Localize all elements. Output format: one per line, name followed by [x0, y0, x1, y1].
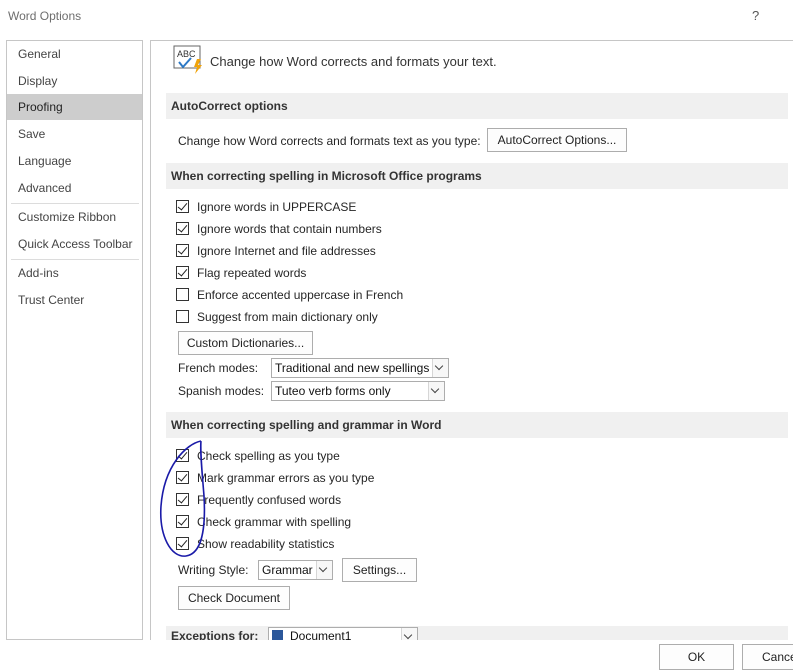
settings-button[interactable]: Settings... — [342, 558, 417, 582]
sidebar-item-general[interactable]: General — [7, 41, 142, 67]
word-document-icon — [272, 630, 283, 640]
section-header-autocorrect: AutoCorrect options — [166, 93, 788, 119]
option-label: Check grammar with spelling — [197, 515, 352, 529]
custom-dictionaries-button[interactable]: Custom Dictionaries... — [178, 331, 313, 355]
autocorrect-options-button[interactable]: AutoCorrect Options... — [487, 128, 627, 152]
option-label: Frequently confused words — [197, 493, 342, 507]
proofing-abc-icon: ABC — [173, 45, 205, 75]
option-label: Suggest from main dictionary only — [197, 310, 378, 324]
exceptions-document-select[interactable]: Document1 — [268, 627, 418, 640]
sidebar: General Display Proofing Save Language A… — [6, 40, 143, 640]
chevron-down-icon[interactable] — [401, 628, 417, 640]
french-modes-value: Traditional and new spellings — [275, 361, 430, 375]
sidebar-item-advanced[interactable]: Advanced — [7, 175, 142, 201]
french-modes-label: French modes: — [178, 361, 259, 375]
checkbox[interactable] — [176, 310, 189, 323]
svg-text:ABC: ABC — [177, 49, 196, 59]
option-label: Flag repeated words — [197, 266, 307, 280]
option-label: Ignore words that contain numbers — [197, 222, 382, 236]
checkbox[interactable] — [176, 244, 189, 257]
sidebar-item-quick-access-toolbar[interactable]: Quick Access Toolbar — [7, 231, 142, 257]
checkbox[interactable] — [176, 266, 189, 279]
section-header-exceptions: Exceptions for: — [166, 626, 788, 640]
section-header-spelling-word: When correcting spelling and grammar in … — [166, 412, 788, 438]
page-intro: Change how Word corrects and formats you… — [210, 54, 497, 69]
writing-style-select[interactable]: Grammar — [258, 560, 333, 580]
check-document-button[interactable]: Check Document — [178, 586, 290, 610]
spanish-modes-value: Tuteo verb forms only — [275, 384, 391, 398]
window-title: Word Options — [8, 9, 82, 23]
ok-button[interactable]: OK — [659, 644, 734, 670]
french-modes-select[interactable]: Traditional and new spellings — [271, 358, 449, 378]
option-label: Show readability statistics — [197, 537, 335, 551]
option-label: Enforce accented uppercase in French — [197, 288, 404, 302]
exceptions-document-value: Document1 — [290, 629, 352, 640]
checkbox[interactable] — [176, 222, 189, 235]
cancel-button[interactable]: Cancel — [742, 644, 793, 670]
checkbox[interactable] — [176, 288, 189, 301]
option-label: Ignore Internet and file addresses — [197, 244, 376, 258]
sidebar-item-add-ins[interactable]: Add-ins — [7, 260, 142, 286]
option-label: Ignore words in UPPERCASE — [197, 200, 357, 214]
option-label: Mark grammar errors as you type — [197, 471, 375, 485]
chevron-down-icon[interactable] — [432, 359, 448, 377]
sidebar-item-save[interactable]: Save — [7, 121, 142, 147]
sidebar-item-language[interactable]: Language — [7, 148, 142, 174]
sidebar-item-trust-center[interactable]: Trust Center — [7, 287, 142, 313]
spanish-modes-label: Spanish modes: — [178, 384, 265, 398]
sidebar-item-proofing[interactable]: Proofing — [7, 94, 142, 120]
sidebar-item-customize-ribbon[interactable]: Customize Ribbon — [7, 204, 142, 230]
writing-style-label: Writing Style: — [178, 563, 249, 577]
exceptions-label: Exceptions for: — [171, 629, 259, 640]
annotation-circle — [160, 440, 206, 557]
spanish-modes-select[interactable]: Tuteo verb forms only — [271, 381, 445, 401]
writing-style-value: Grammar — [262, 563, 313, 577]
chevron-down-icon[interactable] — [428, 382, 444, 400]
main-panel: ABC Change how Word corrects and formats… — [150, 40, 793, 640]
section-header-spelling-office: When correcting spelling in Microsoft Of… — [166, 163, 788, 189]
help-icon[interactable]: ? — [752, 8, 759, 23]
checkbox[interactable] — [176, 200, 189, 213]
chevron-down-icon[interactable] — [316, 561, 332, 579]
option-label: Check spelling as you type — [197, 449, 340, 463]
sidebar-item-display[interactable]: Display — [7, 68, 142, 94]
autocorrect-description: Change how Word corrects and formats tex… — [178, 134, 481, 148]
